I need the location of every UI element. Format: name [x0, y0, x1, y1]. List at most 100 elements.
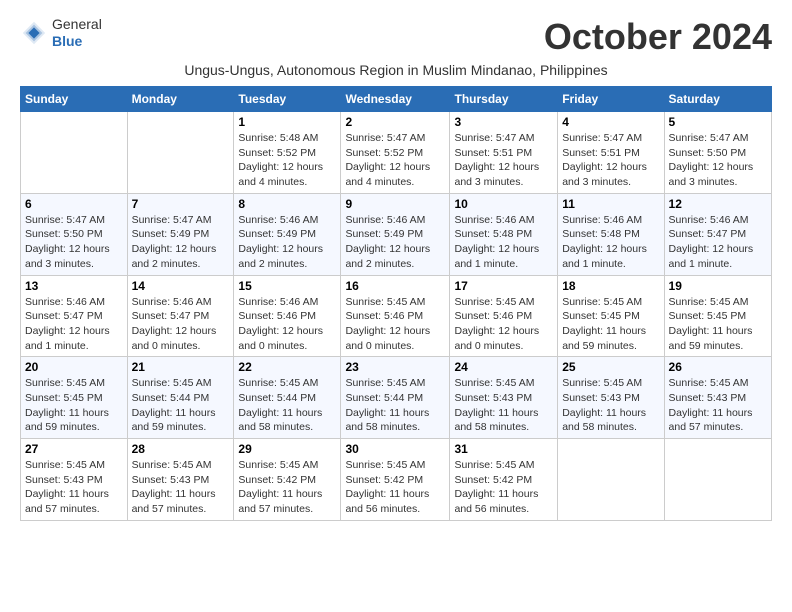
calendar-day-cell: 30Sunrise: 5:45 AM Sunset: 5:42 PM Dayli…	[341, 439, 450, 521]
calendar-day-cell: 18 Sunrise: 5:45 AM Sunset: 5:45 PM Dayli…	[558, 275, 664, 357]
day-info: Sunrise: 5:46 AM Sunset: 5:46 PM Dayligh…	[238, 295, 336, 354]
calendar-day-cell: 25 Sunrise: 5:45 AM Sunset: 5:43 PM Dayli…	[558, 357, 664, 439]
day-number: 4	[562, 115, 659, 129]
calendar-day-cell: 22Sunrise: 5:45 AM Sunset: 5:44 PM Dayli…	[234, 357, 341, 439]
day-number: 29	[238, 442, 336, 456]
day-number: 10	[454, 197, 553, 211]
calendar-day-cell: 14 Sunrise: 5:46 AM Sunset: 5:47 PM Dayli…	[127, 275, 234, 357]
day-number: 25	[562, 360, 659, 374]
day-number: 16	[345, 279, 445, 293]
calendar-day-cell: 5Sunrise: 5:47 AM Sunset: 5:50 PM Daylig…	[664, 112, 771, 194]
day-number: 7	[132, 197, 230, 211]
day-number: 5	[669, 115, 767, 129]
day-info: Sunrise: 5:45 AM Sunset: 5:42 PM Dayligh…	[345, 458, 445, 517]
weekday-header: Tuesday	[234, 87, 341, 112]
calendar-week-row: 20 Sunrise: 5:45 AM Sunset: 5:45 PM Dayli…	[21, 357, 772, 439]
weekday-header: Friday	[558, 87, 664, 112]
calendar-day-cell: 19 Sunrise: 5:45 AM Sunset: 5:45 PM Dayli…	[664, 275, 771, 357]
day-info: Sunrise: 5:45 AM Sunset: 5:43 PM Dayligh…	[562, 376, 659, 435]
calendar-table: SundayMondayTuesdayWednesdayThursdayFrid…	[20, 86, 772, 521]
day-info: Sunrise: 5:45 AM Sunset: 5:46 PM Dayligh…	[345, 295, 445, 354]
day-info: Sunrise: 5:45 AM Sunset: 5:44 PM Dayligh…	[132, 376, 230, 435]
day-info: Sunrise: 5:45 AM Sunset: 5:45 PM Dayligh…	[25, 376, 123, 435]
day-number: 28	[132, 442, 230, 456]
page-header: General Blue October 2024	[20, 16, 772, 58]
day-info: Sunrise: 5:45 AM Sunset: 5:44 PM Dayligh…	[238, 376, 336, 435]
calendar-day-cell: 28 Sunrise: 5:45 AM Sunset: 5:43 PM Dayli…	[127, 439, 234, 521]
calendar-day-cell: 17 Sunrise: 5:45 AM Sunset: 5:46 PM Dayli…	[450, 275, 558, 357]
day-number: 2	[345, 115, 445, 129]
calendar-day-cell: 27 Sunrise: 5:45 AM Sunset: 5:43 PM Dayli…	[21, 439, 128, 521]
weekday-header: Thursday	[450, 87, 558, 112]
day-number: 31	[454, 442, 553, 456]
calendar-header-row: SundayMondayTuesdayWednesdayThursdayFrid…	[21, 87, 772, 112]
day-info: Sunrise: 5:46 AM Sunset: 5:47 PM Dayligh…	[132, 295, 230, 354]
day-info: Sunrise: 5:46 AM Sunset: 5:47 PM Dayligh…	[669, 213, 767, 272]
day-info: Sunrise: 5:45 AM Sunset: 5:44 PM Dayligh…	[345, 376, 445, 435]
calendar-week-row: 6 Sunrise: 5:47 AM Sunset: 5:50 PM Daylig…	[21, 193, 772, 275]
day-info: Sunrise: 5:47 AM Sunset: 5:50 PM Dayligh…	[25, 213, 123, 272]
calendar-day-cell	[664, 439, 771, 521]
logo-icon	[20, 19, 48, 47]
day-number: 23	[345, 360, 445, 374]
day-number: 26	[669, 360, 767, 374]
day-info: Sunrise: 5:48 AM Sunset: 5:52 PM Dayligh…	[238, 131, 336, 190]
logo: General Blue	[20, 16, 102, 50]
day-number: 14	[132, 279, 230, 293]
day-number: 18	[562, 279, 659, 293]
weekday-header: Sunday	[21, 87, 128, 112]
logo-text: General Blue	[52, 16, 102, 50]
calendar-subtitle: Ungus-Ungus, Autonomous Region in Muslim…	[20, 62, 772, 78]
calendar-day-cell: 20 Sunrise: 5:45 AM Sunset: 5:45 PM Dayli…	[21, 357, 128, 439]
calendar-day-cell: 24 Sunrise: 5:45 AM Sunset: 5:43 PM Dayli…	[450, 357, 558, 439]
day-info: Sunrise: 5:45 AM Sunset: 5:42 PM Dayligh…	[238, 458, 336, 517]
day-info: Sunrise: 5:45 AM Sunset: 5:46 PM Dayligh…	[454, 295, 553, 354]
day-number: 27	[25, 442, 123, 456]
day-info: Sunrise: 5:45 AM Sunset: 5:43 PM Dayligh…	[454, 376, 553, 435]
calendar-day-cell: 29 Sunrise: 5:45 AM Sunset: 5:42 PM Dayli…	[234, 439, 341, 521]
calendar-day-cell	[127, 112, 234, 194]
calendar-day-cell: 4 Sunrise: 5:47 AM Sunset: 5:51 PM Daylig…	[558, 112, 664, 194]
day-info: Sunrise: 5:45 AM Sunset: 5:43 PM Dayligh…	[669, 376, 767, 435]
calendar-day-cell: 16 Sunrise: 5:45 AM Sunset: 5:46 PM Dayli…	[341, 275, 450, 357]
day-info: Sunrise: 5:47 AM Sunset: 5:49 PM Dayligh…	[132, 213, 230, 272]
calendar-day-cell: 7 Sunrise: 5:47 AM Sunset: 5:49 PM Daylig…	[127, 193, 234, 275]
day-number: 24	[454, 360, 553, 374]
calendar-day-cell: 9 Sunrise: 5:46 AM Sunset: 5:49 PM Daylig…	[341, 193, 450, 275]
day-number: 11	[562, 197, 659, 211]
calendar-day-cell: 6 Sunrise: 5:47 AM Sunset: 5:50 PM Daylig…	[21, 193, 128, 275]
day-number: 19	[669, 279, 767, 293]
day-number: 3	[454, 115, 553, 129]
calendar-day-cell: 3 Sunrise: 5:47 AM Sunset: 5:51 PM Daylig…	[450, 112, 558, 194]
calendar-day-cell	[558, 439, 664, 521]
day-info: Sunrise: 5:45 AM Sunset: 5:45 PM Dayligh…	[669, 295, 767, 354]
calendar-day-cell: 26 Sunrise: 5:45 AM Sunset: 5:43 PM Dayli…	[664, 357, 771, 439]
calendar-day-cell: 12Sunrise: 5:46 AM Sunset: 5:47 PM Dayli…	[664, 193, 771, 275]
calendar-week-row: 27 Sunrise: 5:45 AM Sunset: 5:43 PM Dayli…	[21, 439, 772, 521]
day-number: 17	[454, 279, 553, 293]
day-info: Sunrise: 5:45 AM Sunset: 5:43 PM Dayligh…	[132, 458, 230, 517]
day-info: Sunrise: 5:46 AM Sunset: 5:49 PM Dayligh…	[345, 213, 445, 272]
weekday-header: Wednesday	[341, 87, 450, 112]
day-info: Sunrise: 5:46 AM Sunset: 5:48 PM Dayligh…	[562, 213, 659, 272]
day-info: Sunrise: 5:45 AM Sunset: 5:45 PM Dayligh…	[562, 295, 659, 354]
day-info: Sunrise: 5:47 AM Sunset: 5:51 PM Dayligh…	[562, 131, 659, 190]
day-number: 13	[25, 279, 123, 293]
day-number: 1	[238, 115, 336, 129]
calendar-day-cell: 2 Sunrise: 5:47 AM Sunset: 5:52 PM Daylig…	[341, 112, 450, 194]
day-number: 8	[238, 197, 336, 211]
day-info: Sunrise: 5:47 AM Sunset: 5:51 PM Dayligh…	[454, 131, 553, 190]
calendar-day-cell: 10Sunrise: 5:46 AM Sunset: 5:48 PM Dayli…	[450, 193, 558, 275]
calendar-day-cell: 23 Sunrise: 5:45 AM Sunset: 5:44 PM Dayli…	[341, 357, 450, 439]
calendar-day-cell: 13Sunrise: 5:46 AM Sunset: 5:47 PM Dayli…	[21, 275, 128, 357]
calendar-day-cell: 31Sunrise: 5:45 AM Sunset: 5:42 PM Dayli…	[450, 439, 558, 521]
day-info: Sunrise: 5:46 AM Sunset: 5:49 PM Dayligh…	[238, 213, 336, 272]
calendar-day-cell: 1 Sunrise: 5:48 AM Sunset: 5:52 PM Daylig…	[234, 112, 341, 194]
day-number: 9	[345, 197, 445, 211]
day-number: 6	[25, 197, 123, 211]
month-title: October 2024	[544, 16, 772, 58]
day-info: Sunrise: 5:47 AM Sunset: 5:52 PM Dayligh…	[345, 131, 445, 190]
day-number: 20	[25, 360, 123, 374]
day-number: 15	[238, 279, 336, 293]
day-info: Sunrise: 5:45 AM Sunset: 5:43 PM Dayligh…	[25, 458, 123, 517]
